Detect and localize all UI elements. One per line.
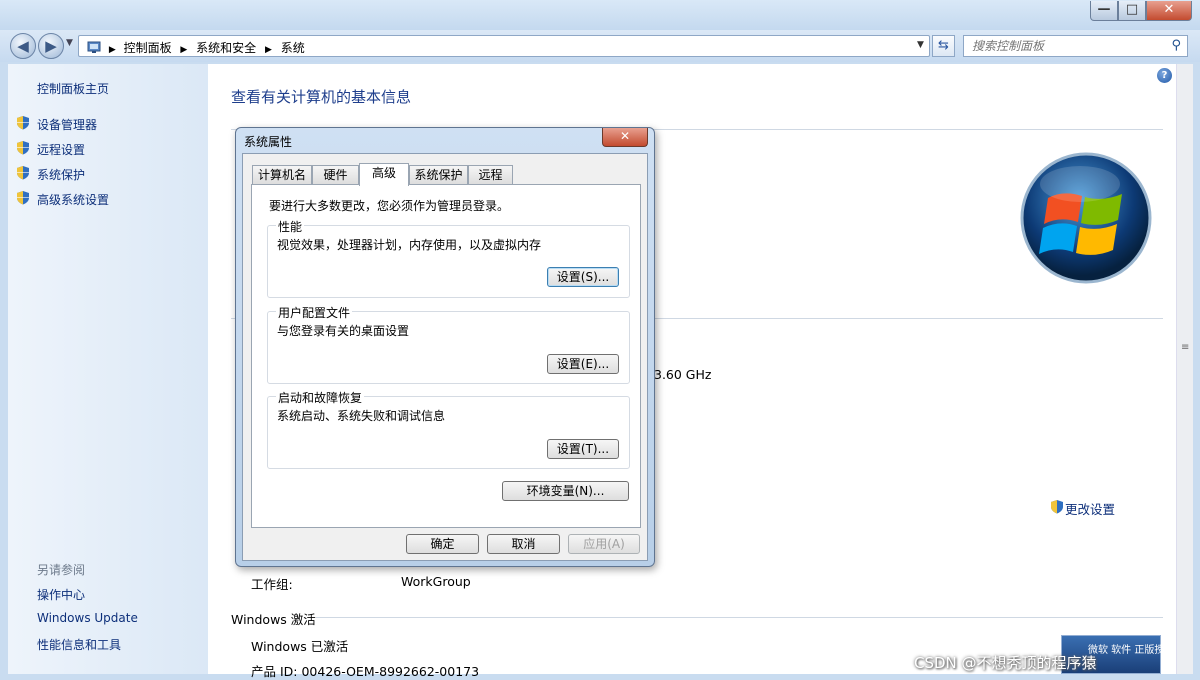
section-divider [316, 617, 1163, 618]
environment-variables-button[interactable]: 环境变量(N)... [502, 481, 629, 501]
shield-icon [17, 191, 29, 205]
dialog-close-button[interactable]: ✕ [602, 128, 648, 147]
search-box[interactable]: ⚲ [963, 35, 1188, 57]
shield-icon [1051, 500, 1063, 514]
genuine-badge-text: 微软 软件 正版授权 [1088, 645, 1175, 656]
sidebar-home-link[interactable]: 控制面板主页 [37, 80, 109, 97]
change-settings-link[interactable]: 更改设置 [1065, 499, 1115, 518]
breadcrumb-item[interactable]: 系统 [281, 41, 305, 55]
dialog-body: 计算机名 硬件 高级 系统保护 远程 要进行大多数更改，您必须作为管理员登录。 … [242, 153, 648, 561]
cancel-button[interactable]: 取消 [487, 534, 560, 554]
see-also-heading: 另请参阅 [37, 563, 86, 577]
navigation-bar: ◀ ▶ ▼ ▶ 控制面板 ▶ 系统和安全 ▶ 系统 ▼ ⇆ ⚲ [0, 30, 1200, 62]
activation-status: Windows 已激活 [251, 639, 349, 654]
sidebar-link-performance-tools[interactable]: 性能信息和工具 [37, 636, 121, 653]
user-profiles-group: 用户配置文件 与您登录有关的桌面设置 设置(E)... [267, 304, 630, 384]
shield-icon [17, 116, 29, 130]
ok-button[interactable]: 确定 [406, 534, 479, 554]
vertical-scrollbar[interactable]: ≡ [1176, 64, 1193, 674]
system-properties-dialog: 系统属性 ✕ 计算机名 硬件 高级 系统保护 远程 要进行大多数更改，您必须作为… [235, 127, 655, 567]
back-button[interactable]: ◀ [10, 33, 36, 59]
processor-speed: 3.60 GHz [654, 367, 712, 382]
group-title: 性能 [276, 218, 305, 235]
breadcrumb-item[interactable]: 控制面板 [124, 41, 172, 55]
refresh-icon: ⇆ [938, 38, 949, 53]
sidebar-item-device-manager[interactable]: 设备管理器 [37, 116, 97, 133]
help-icon[interactable]: ? [1157, 68, 1172, 83]
sidebar-item-system-protection[interactable]: 系统保护 [37, 166, 85, 183]
sidebar-link-action-center[interactable]: 操作中心 [37, 586, 85, 603]
sidebar-link-windows-update[interactable]: Windows Update [37, 611, 138, 625]
minimize-button[interactable]: — [1090, 1, 1118, 21]
scroll-thumb-grip[interactable]: ≡ [1181, 342, 1189, 353]
control-panel-icon [87, 41, 101, 53]
workgroup-label: 工作组: [251, 577, 293, 592]
group-title: 用户配置文件 [276, 304, 353, 321]
watermark-text: CSDN @不想秃顶的程序猿 [914, 654, 1097, 672]
chevron-down-icon[interactable]: ▼ [917, 40, 924, 50]
group-description: 与您登录有关的桌面设置 [277, 324, 410, 338]
startup-recovery-settings-button[interactable]: 设置(T)... [547, 439, 619, 459]
sidebar: 控制面板主页 设备管理器 远程设置 系统保护 高级系统设置 另请参阅 操作中心 … [8, 64, 208, 674]
startup-recovery-group: 启动和故障恢复 系统启动、系统失败和调试信息 设置(T)... [267, 389, 630, 469]
recent-pages-dropdown[interactable]: ▼ [66, 38, 73, 48]
tab-page-advanced: 要进行大多数更改，您必须作为管理员登录。 性能 视觉效果，处理器计划，内存使用，… [251, 184, 641, 528]
activation-heading: Windows 激活 [231, 612, 316, 627]
tab-advanced[interactable]: 高级 [359, 163, 409, 186]
tab-remote[interactable]: 远程 [468, 165, 513, 185]
breadcrumb-item[interactable]: 系统和安全 [196, 41, 256, 55]
sidebar-item-advanced-settings[interactable]: 高级系统设置 [37, 191, 109, 208]
product-id: 产品 ID: 00426-OEM-8992662-00173 [251, 664, 480, 679]
group-title: 启动和故障恢复 [276, 389, 365, 406]
breadcrumb: ▶ 控制面板 ▶ 系统和安全 ▶ 系统 [87, 39, 305, 56]
sidebar-item-remote-settings[interactable]: 远程设置 [37, 141, 85, 158]
tab-hardware[interactable]: 硬件 [312, 165, 359, 185]
workgroup-value: WorkGroup [401, 574, 471, 589]
dialog-title: 系统属性 [244, 135, 293, 149]
group-description: 系统启动、系统失败和调试信息 [277, 409, 446, 423]
tab-system-protection[interactable]: 系统保护 [409, 165, 468, 185]
shield-icon [17, 166, 29, 180]
user-profiles-settings-button[interactable]: 设置(E)... [547, 354, 619, 374]
close-button[interactable]: ✕ [1146, 1, 1192, 21]
maximize-button[interactable]: □ [1118, 1, 1146, 21]
shield-icon [17, 141, 29, 155]
apply-button[interactable]: 应用(A) [568, 534, 640, 554]
forward-button[interactable]: ▶ [38, 33, 64, 59]
group-description: 视觉效果，处理器计划，内存使用，以及虚拟内存 [277, 238, 542, 252]
tab-computer-name[interactable]: 计算机名 [252, 165, 312, 185]
search-icon[interactable]: ⚲ [1171, 38, 1181, 53]
search-input[interactable] [964, 36, 1160, 56]
admin-note: 要进行大多数更改，您必须作为管理员登录。 [269, 199, 510, 213]
page-title: 查看有关计算机的基本信息 [231, 88, 412, 106]
windows-logo [1020, 152, 1152, 284]
performance-group: 性能 视觉效果，处理器计划，内存使用，以及虚拟内存 设置(S)... [267, 218, 630, 298]
performance-settings-button[interactable]: 设置(S)... [547, 267, 619, 287]
window-titlebar: — □ ✕ [0, 0, 1200, 30]
address-bar[interactable]: ▶ 控制面板 ▶ 系统和安全 ▶ 系统 ▼ [78, 35, 930, 57]
refresh-button[interactable]: ⇆ [932, 35, 955, 57]
